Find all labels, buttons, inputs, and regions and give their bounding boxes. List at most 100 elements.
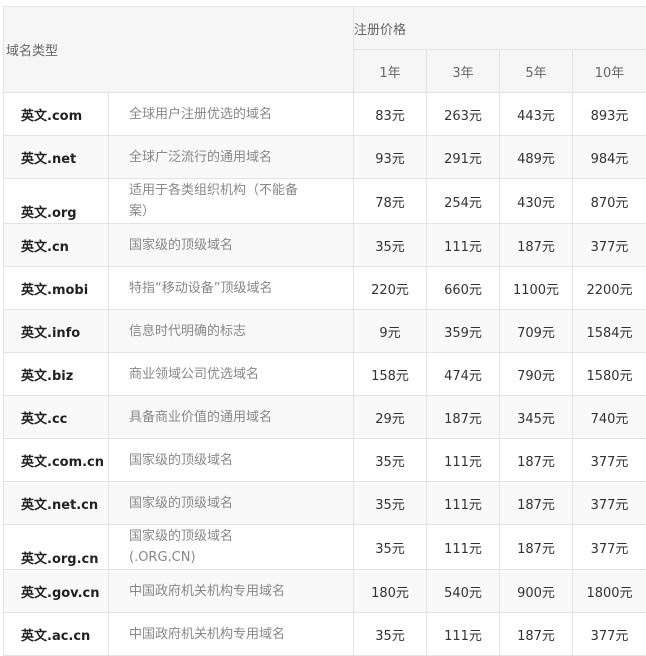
table-row: 英文.net.cn 国家级的顶级域名 35元 111元 187元 377元 (4, 482, 646, 525)
price-10-year: 377元 (573, 525, 646, 570)
table-row: 英文.info 信息时代明确的标志 9元 359元 709元 1584元 (4, 310, 646, 353)
domain-name: 英文.cn (4, 224, 109, 267)
price-10-year: 984元 (573, 136, 646, 179)
price-1-year: 35元 (354, 482, 427, 525)
price-10-year: 1584元 (573, 310, 646, 353)
price-1-year: 9元 (354, 310, 427, 353)
price-5-year: 709元 (500, 310, 573, 353)
price-5-year: 489元 (500, 136, 573, 179)
price-3-year: 111元 (427, 224, 500, 267)
price-3-year: 111元 (427, 482, 500, 525)
price-5-year: 345元 (500, 396, 573, 439)
price-10-year: 1800元 (573, 570, 646, 613)
domain-description: 中国政府机关机构专用域名 (109, 613, 354, 656)
price-3-year: 187元 (427, 396, 500, 439)
price-1-year: 220元 (354, 267, 427, 310)
domain-name: 英文.com.cn (4, 439, 109, 482)
price-3-year: 254元 (427, 179, 500, 224)
price-1-year: 93元 (354, 136, 427, 179)
domain-name: 英文.ac.cn (4, 613, 109, 656)
table-row: 英文.org.cn 国家级的顶级域名(.ORG.CN) 35元 111元 187… (4, 525, 646, 570)
domain-price-page: 域名类型 注册价格 1年 3年 5年 10年 英文.com 全球用户注册优选的域… (0, 0, 646, 650)
price-1-year: 158元 (354, 353, 427, 396)
year-1-header: 1年 (354, 50, 427, 93)
domain-description: 适用于各类组织机构（不能备案） (109, 179, 354, 224)
domain-type-header: 域名类型 (4, 7, 354, 93)
price-3-year: 111元 (427, 613, 500, 656)
price-1-year: 35元 (354, 439, 427, 482)
domain-description: 信息时代明确的标志 (109, 310, 354, 353)
price-5-year: 443元 (500, 93, 573, 136)
table-row: 英文.mobi 特指“移动设备”顶级域名 220元 660元 1100元 220… (4, 267, 646, 310)
domain-price-table: 域名类型 注册价格 1年 3年 5年 10年 英文.com 全球用户注册优选的域… (3, 6, 646, 656)
price-10-year: 377元 (573, 439, 646, 482)
domain-description: 商业领域公司优选域名 (109, 353, 354, 396)
table-row: 英文.org 适用于各类组织机构（不能备案） 78元 254元 430元 870… (4, 179, 646, 224)
price-1-year: 35元 (354, 224, 427, 267)
year-3-header: 3年 (427, 50, 500, 93)
price-10-year: 377元 (573, 482, 646, 525)
price-10-year: 1580元 (573, 353, 646, 396)
table-row: 英文.cn 国家级的顶级域名 35元 111元 187元 377元 (4, 224, 646, 267)
domain-description: 国家级的顶级域名(.ORG.CN) (109, 525, 354, 570)
table-row: 英文.com.cn 国家级的顶级域名 35元 111元 187元 377元 (4, 439, 646, 482)
price-1-year: 180元 (354, 570, 427, 613)
domain-name: 英文.org (4, 179, 109, 224)
domain-description: 全球用户注册优选的域名 (109, 93, 354, 136)
price-5-year: 187元 (500, 224, 573, 267)
domain-name: 英文.info (4, 310, 109, 353)
domain-description: 中国政府机关机构专用域名 (109, 570, 354, 613)
domain-name: 英文.org.cn (4, 525, 109, 570)
domain-name: 英文.net.cn (4, 482, 109, 525)
price-10-year: 893元 (573, 93, 646, 136)
price-10-year: 870元 (573, 179, 646, 224)
price-1-year: 78元 (354, 179, 427, 224)
price-3-year: 111元 (427, 439, 500, 482)
domain-name: 英文.cc (4, 396, 109, 439)
year-5-header: 5年 (500, 50, 573, 93)
price-3-year: 660元 (427, 267, 500, 310)
price-3-year: 263元 (427, 93, 500, 136)
price-3-year: 291元 (427, 136, 500, 179)
domain-description: 特指“移动设备”顶级域名 (109, 267, 354, 310)
register-price-header: 注册价格 (354, 7, 646, 50)
domain-description: 国家级的顶级域名 (109, 482, 354, 525)
price-1-year: 35元 (354, 525, 427, 570)
price-5-year: 1100元 (500, 267, 573, 310)
domain-description: 国家级的顶级域名 (109, 224, 354, 267)
year-10-header: 10年 (573, 50, 646, 93)
price-3-year: 474元 (427, 353, 500, 396)
table-row: 英文.biz 商业领域公司优选域名 158元 474元 790元 1580元 (4, 353, 646, 396)
domain-name: 英文.gov.cn (4, 570, 109, 613)
domain-name: 英文.mobi (4, 267, 109, 310)
price-3-year: 111元 (427, 525, 500, 570)
table-header-row: 域名类型 注册价格 (4, 7, 646, 50)
domain-description: 国家级的顶级域名 (109, 439, 354, 482)
domain-name: 英文.biz (4, 353, 109, 396)
domain-name: 英文.net (4, 136, 109, 179)
table-row: 英文.ac.cn 中国政府机关机构专用域名 35元 111元 187元 377元 (4, 613, 646, 656)
domain-name: 英文.com (4, 93, 109, 136)
domain-description: 具备商业价值的通用域名 (109, 396, 354, 439)
table-row: 英文.gov.cn 中国政府机关机构专用域名 180元 540元 900元 18… (4, 570, 646, 613)
table-row: 英文.net 全球广泛流行的通用域名 93元 291元 489元 984元 (4, 136, 646, 179)
domain-description: 全球广泛流行的通用域名 (109, 136, 354, 179)
table-row: 英文.com 全球用户注册优选的域名 83元 263元 443元 893元 (4, 93, 646, 136)
price-3-year: 540元 (427, 570, 500, 613)
price-5-year: 790元 (500, 353, 573, 396)
price-5-year: 187元 (500, 525, 573, 570)
price-5-year: 900元 (500, 570, 573, 613)
price-5-year: 187元 (500, 613, 573, 656)
price-1-year: 83元 (354, 93, 427, 136)
price-5-year: 430元 (500, 179, 573, 224)
price-3-year: 359元 (427, 310, 500, 353)
price-10-year: 740元 (573, 396, 646, 439)
price-10-year: 2200元 (573, 267, 646, 310)
price-1-year: 29元 (354, 396, 427, 439)
price-5-year: 187元 (500, 482, 573, 525)
table-row: 英文.cc 具备商业价值的通用域名 29元 187元 345元 740元 (4, 396, 646, 439)
price-10-year: 377元 (573, 613, 646, 656)
price-1-year: 35元 (354, 613, 427, 656)
price-10-year: 377元 (573, 224, 646, 267)
price-5-year: 187元 (500, 439, 573, 482)
